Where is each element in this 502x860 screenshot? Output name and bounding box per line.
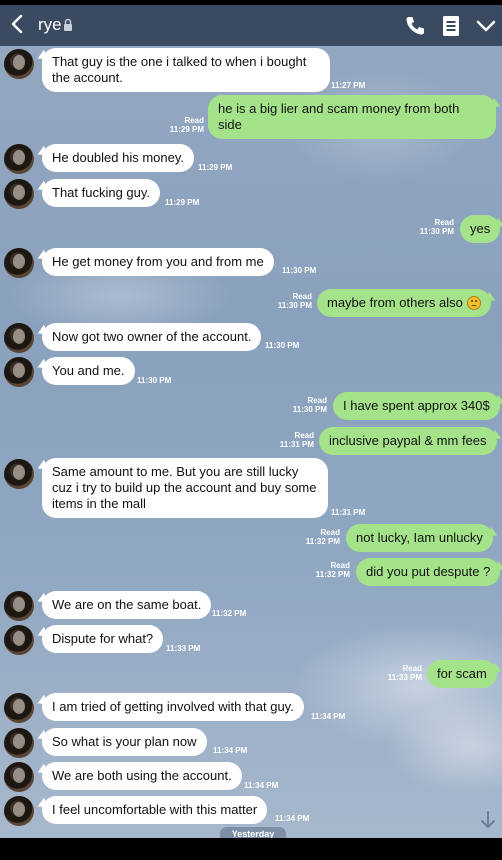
incoming-message[interactable]: I feel uncomfortable with this matter bbox=[42, 796, 268, 824]
message-time: 11:34 PM bbox=[275, 814, 310, 823]
message-time: 11:30 PM bbox=[137, 376, 172, 385]
message-time: 11:32 PM bbox=[305, 537, 340, 546]
contact-avatar[interactable] bbox=[4, 459, 34, 489]
notes-icon[interactable] bbox=[440, 14, 462, 38]
message-time: 11:31 PM bbox=[279, 440, 314, 449]
message-time: 11:34 PM bbox=[213, 746, 248, 755]
message-time: 11:34 PM bbox=[311, 712, 346, 721]
contact-name[interactable]: rye bbox=[38, 15, 62, 35]
contact-avatar[interactable] bbox=[4, 179, 34, 209]
incoming-message[interactable]: So what is your plan now bbox=[42, 728, 207, 756]
message-time: 11:30 PM bbox=[277, 301, 312, 310]
message-time: 11:27 PM bbox=[331, 81, 366, 90]
contact-avatar[interactable] bbox=[4, 144, 34, 174]
message-time: 11:31 PM bbox=[331, 508, 366, 517]
message-time: 11:30 PM bbox=[292, 405, 327, 414]
contact-avatar[interactable] bbox=[4, 762, 34, 792]
read-status: Read bbox=[307, 396, 327, 405]
contact-avatar[interactable] bbox=[4, 323, 34, 353]
bottom-bar bbox=[0, 838, 502, 860]
message-time: 11:29 PM bbox=[198, 163, 233, 172]
message-time: 11:29 PM bbox=[165, 198, 200, 207]
chat-header: rye bbox=[0, 5, 502, 46]
incoming-message[interactable]: You and me. bbox=[42, 357, 135, 385]
incoming-message[interactable]: He doubled his money. bbox=[42, 144, 195, 172]
outgoing-message[interactable]: I have spent approx 340$ bbox=[333, 392, 500, 420]
contact-avatar[interactable] bbox=[4, 248, 34, 278]
message-time: 11:29 PM bbox=[169, 125, 204, 134]
message-time: 11:33 PM bbox=[166, 644, 201, 653]
contact-avatar[interactable] bbox=[4, 357, 34, 387]
incoming-message[interactable]: Now got two owner of the account. bbox=[42, 323, 262, 351]
back-arrow-icon[interactable] bbox=[8, 13, 28, 35]
message-time: 11:32 PM bbox=[315, 570, 350, 579]
sad-face-emoji bbox=[466, 296, 481, 310]
message-time: 11:33 PM bbox=[387, 673, 422, 682]
incoming-message[interactable]: Same amount to me. But you are still luc… bbox=[42, 458, 328, 518]
incoming-message[interactable]: We are on the same boat. bbox=[42, 591, 212, 619]
chat-messages[interactable]: That guy is the one i talked to when i b… bbox=[0, 46, 502, 838]
read-status: Read bbox=[294, 431, 314, 440]
lock-icon bbox=[64, 18, 72, 31]
read-status: Read bbox=[184, 116, 204, 125]
phone-icon[interactable] bbox=[404, 15, 426, 37]
contact-avatar[interactable] bbox=[4, 625, 34, 655]
outgoing-message[interactable]: maybe from others also bbox=[317, 289, 491, 317]
read-status: Read bbox=[434, 218, 454, 227]
incoming-message[interactable]: I am tried of getting involved with that… bbox=[42, 693, 304, 721]
outgoing-message[interactable]: not lucky, Iam unlucky bbox=[346, 524, 493, 552]
contact-avatar[interactable] bbox=[4, 693, 34, 723]
contact-avatar[interactable] bbox=[4, 591, 34, 621]
incoming-message[interactable]: That fucking guy. bbox=[42, 179, 161, 207]
message-time: 11:34 PM bbox=[244, 781, 279, 790]
message-time: 11:30 PM bbox=[282, 266, 317, 275]
read-status: Read bbox=[402, 664, 422, 673]
contact-avatar[interactable] bbox=[4, 796, 34, 826]
read-status: Read bbox=[292, 292, 312, 301]
scroll-down-arrow-icon[interactable] bbox=[476, 808, 500, 832]
outgoing-message[interactable]: did you put despute ? bbox=[356, 558, 501, 586]
message-time: 11:30 PM bbox=[419, 227, 454, 236]
read-status: Read bbox=[330, 561, 350, 570]
chevron-down-icon[interactable] bbox=[476, 16, 496, 36]
message-time: 11:30 PM bbox=[265, 341, 300, 350]
incoming-message[interactable]: We are both using the account. bbox=[42, 762, 242, 790]
outgoing-message[interactable]: for scam bbox=[427, 660, 497, 688]
incoming-message[interactable]: Dispute for what? bbox=[42, 625, 164, 653]
read-status: Read bbox=[320, 528, 340, 537]
incoming-message[interactable]: He get money from you and from me bbox=[42, 248, 274, 276]
contact-avatar[interactable] bbox=[4, 728, 34, 758]
incoming-message[interactable]: That guy is the one i talked to when i b… bbox=[42, 48, 330, 92]
outgoing-message[interactable]: inclusive paypal & mm fees bbox=[319, 427, 497, 455]
outgoing-message[interactable]: yes bbox=[460, 215, 501, 243]
outgoing-message[interactable]: he is a big lier and scam money from bot… bbox=[208, 95, 496, 139]
message-time: 11:32 PM bbox=[212, 609, 247, 618]
contact-avatar[interactable] bbox=[4, 49, 34, 79]
